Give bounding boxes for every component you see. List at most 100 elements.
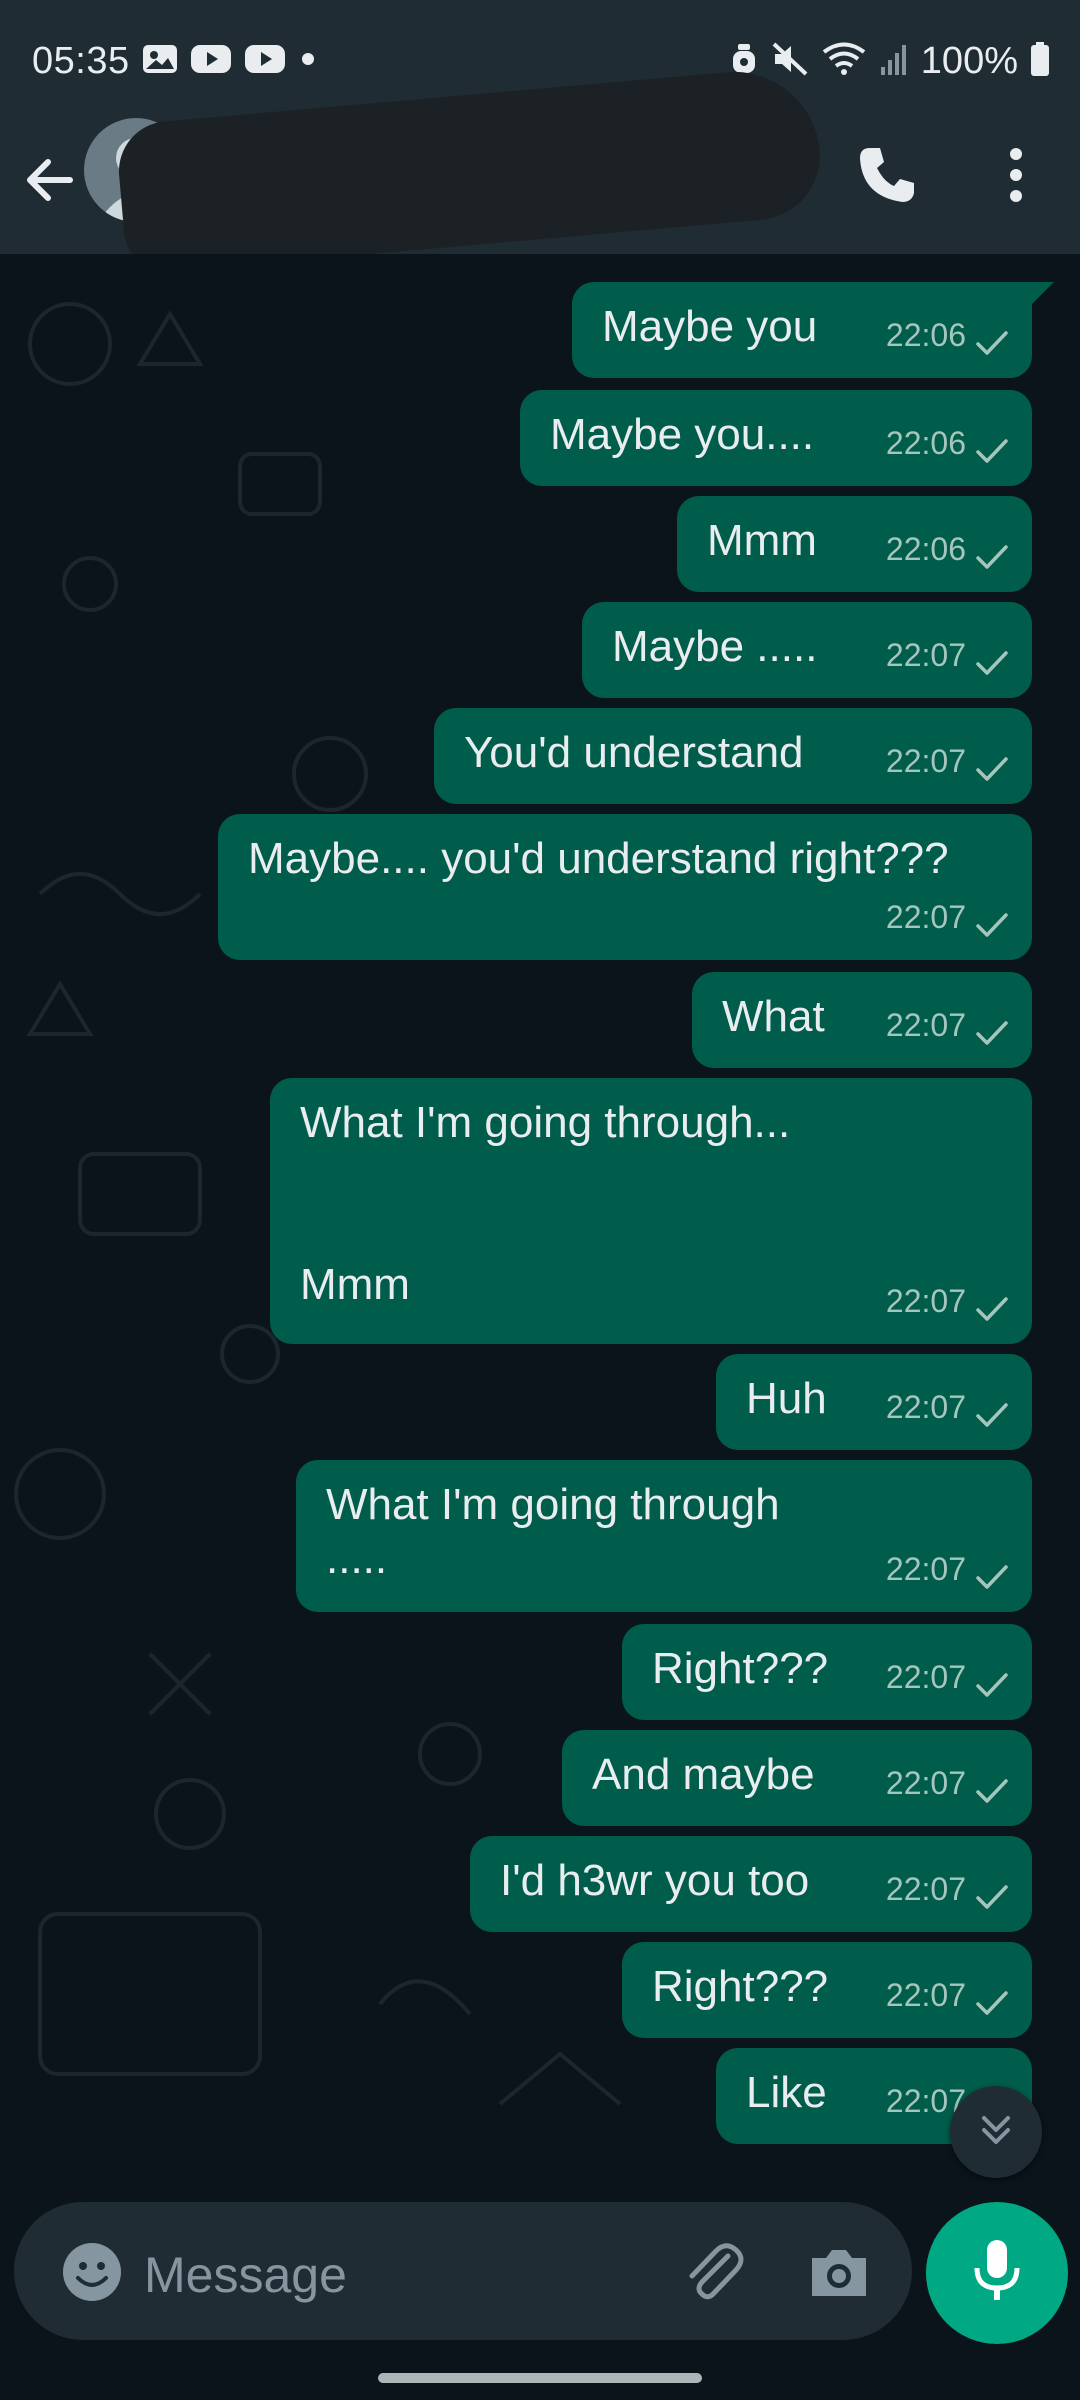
back-button[interactable] <box>20 150 80 210</box>
sent-check-icon <box>974 1980 1010 2015</box>
sent-check-icon <box>974 428 1010 463</box>
bubble-tail <box>1030 282 1054 306</box>
sent-check-icon <box>974 1392 1010 1427</box>
message-time: 22:07 <box>885 1765 966 1801</box>
mute-icon <box>771 41 809 82</box>
message-bubble[interactable]: You'd understand 22:07 <box>434 708 1032 804</box>
voice-call-icon <box>852 148 922 214</box>
message-bubble[interactable]: Huh 22:07 <box>716 1354 1032 1450</box>
message-bubble[interactable]: Right??? 22:07 <box>622 1624 1032 1720</box>
message-meta: 22:07 <box>886 1380 1010 1434</box>
message-text: Maybe you <box>602 302 818 351</box>
voice-call-button[interactable] <box>852 140 922 210</box>
message-bubble[interactable]: Maybe you 22:06 <box>572 282 1054 378</box>
sent-check-icon <box>974 640 1010 675</box>
message-time: 22:07 <box>885 1977 966 2013</box>
message-bubble[interactable]: Mmm 22:06 <box>677 496 1032 592</box>
attach-button[interactable] <box>674 2234 754 2314</box>
youtube-icon <box>190 43 232 80</box>
message-time: 22:07 <box>885 743 966 779</box>
more-options-button[interactable] <box>996 140 1036 210</box>
composer: Message <box>0 2190 1080 2400</box>
wifi-icon <box>821 41 867 82</box>
message-text: Maybe.... you'd understand right??? <box>248 834 949 883</box>
message-bubble[interactable]: Maybe ..... 22:07 <box>582 602 1032 698</box>
message-meta: 22:06 <box>886 522 1010 576</box>
attach-icon <box>674 2243 754 2318</box>
message-text: Maybe you.... <box>550 410 815 459</box>
message-bubble[interactable]: Right??? 22:07 <box>622 1942 1032 2038</box>
message-bubble[interactable]: Maybe.... you'd understand right??? 22:07 <box>218 814 1032 960</box>
message-meta: 22:07 <box>886 734 1010 788</box>
message-text: And maybe <box>592 1750 815 1799</box>
message-bubble[interactable]: What 22:07 <box>692 972 1032 1068</box>
message-meta: 22:07 <box>886 1542 1010 1596</box>
message-meta: 22:07 <box>886 1650 1010 1704</box>
voice-message-button[interactable] <box>926 2202 1068 2344</box>
message-meta: 22:07 <box>886 890 1010 944</box>
sent-check-icon <box>974 902 1010 937</box>
message-time: 22:07 <box>885 899 966 935</box>
message-meta: 22:07 <box>886 1274 1010 1328</box>
message-text: You'd understand <box>464 728 804 777</box>
youtube-icon <box>244 43 286 80</box>
message-text: Like <box>746 2068 827 2117</box>
message-time: 22:07 <box>885 1871 966 1907</box>
message-time: 22:07 <box>885 1551 966 1587</box>
sent-check-icon <box>974 1554 1010 1589</box>
message-bubble[interactable]: Maybe you.... 22:06 <box>520 390 1032 486</box>
message-meta: 22:06 <box>886 416 1010 470</box>
message-bubble[interactable]: I'd h3wr you too 22:07 <box>470 1836 1032 1932</box>
status-time: 05:35 <box>32 39 130 82</box>
sent-check-icon <box>974 534 1010 569</box>
message-meta: 22:07 <box>886 1968 1010 2022</box>
message-meta: 22:07 <box>886 1756 1010 1810</box>
message-time: 22:07 <box>885 1659 966 1695</box>
message-time: 22:07 <box>885 1283 966 1319</box>
message-bubble[interactable]: What I'm going through ..... 22:07 <box>296 1460 1032 1612</box>
home-indicator[interactable] <box>378 2373 702 2383</box>
message-time: 22:07 <box>885 1389 966 1425</box>
message-bubble[interactable]: And maybe 22:07 <box>562 1730 1032 1826</box>
sent-check-icon <box>974 1662 1010 1697</box>
message-time: 22:06 <box>885 317 966 353</box>
message-text: Maybe ..... <box>612 622 818 671</box>
sent-check-icon <box>974 1874 1010 1909</box>
sent-check-icon <box>974 746 1010 781</box>
more-vert-icon <box>996 148 1036 214</box>
double-chevron-down-icon <box>976 2110 1016 2155</box>
message-meta: 22:07 <box>886 1862 1010 1916</box>
message-input-box[interactable]: Message <box>14 2202 912 2340</box>
signal-icon <box>879 41 909 82</box>
message-text: I'd h3wr you too <box>500 1856 810 1905</box>
sent-check-icon <box>974 320 1010 355</box>
mic-icon <box>967 2236 1027 2311</box>
camera-icon <box>804 2250 874 2312</box>
message-bubble[interactable]: What I'm going through... Mmm 22:07 <box>270 1078 1032 1344</box>
scroll-to-bottom-button[interactable] <box>950 2086 1042 2178</box>
message-time: 22:06 <box>885 531 966 567</box>
message-meta: 22:07 <box>886 628 1010 682</box>
message-text: Right??? <box>652 1962 829 2011</box>
message-text: What I'm going through ..... <box>326 1480 780 1583</box>
battery-percent: 100% <box>920 39 1018 82</box>
message-time: 22:07 <box>885 1007 966 1043</box>
message-placeholder: Message <box>144 2247 347 2303</box>
message-text: What <box>722 992 825 1041</box>
message-text: Right??? <box>652 1644 829 1693</box>
camera-button[interactable] <box>804 2238 874 2308</box>
status-left: 05:35 <box>32 40 318 83</box>
message-meta: 22:07 <box>886 998 1010 1052</box>
message-time: 22:07 <box>885 637 966 673</box>
message-text: What I'm going through... Mmm <box>300 1098 791 1309</box>
dot-icon <box>298 49 318 74</box>
emoji-button[interactable] <box>60 2240 124 2304</box>
message-meta: 22:06 <box>886 308 1010 362</box>
gallery-icon <box>142 43 178 80</box>
sent-check-icon <box>974 1286 1010 1321</box>
sent-check-icon <box>974 1010 1010 1045</box>
emoji-icon <box>60 2243 124 2308</box>
message-text: Huh <box>746 1374 827 1423</box>
battery-icon <box>1030 41 1050 82</box>
status-right: 100% <box>729 40 1050 83</box>
